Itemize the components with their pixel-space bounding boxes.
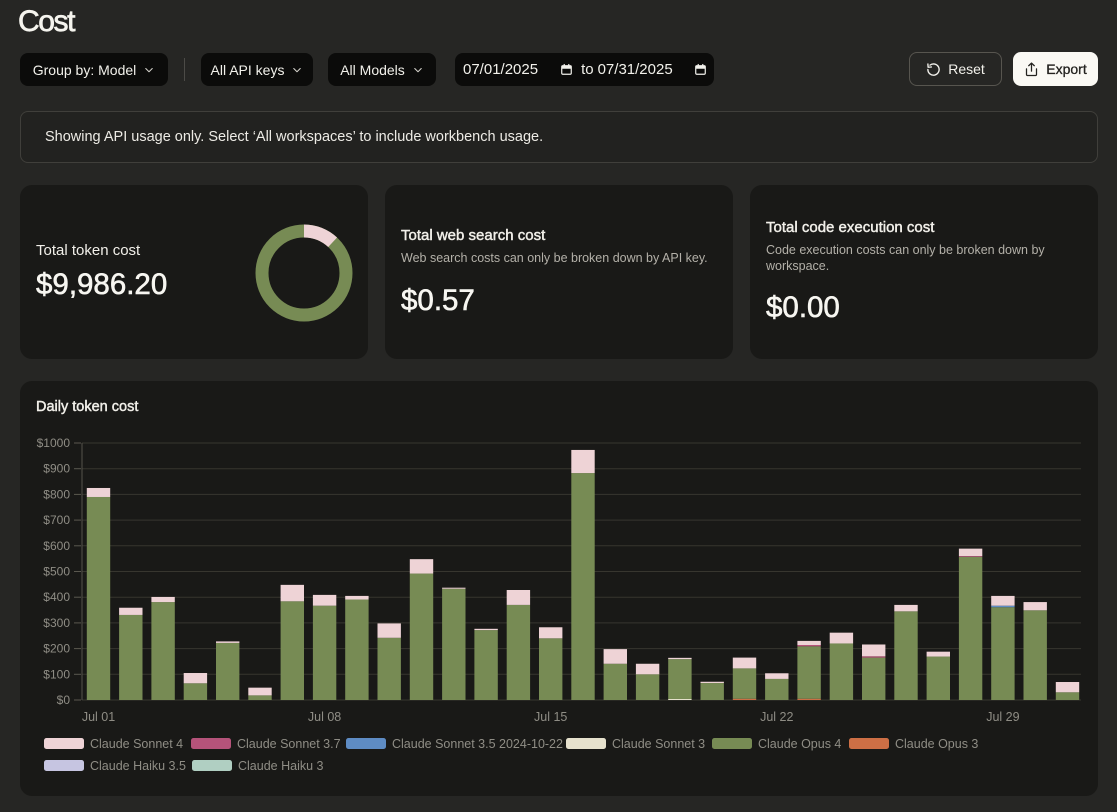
- svg-text:Jul 29: Jul 29: [986, 710, 1019, 724]
- svg-text:Jul 15: Jul 15: [534, 710, 567, 724]
- svg-text:$300: $300: [43, 616, 70, 630]
- svg-text:$1000: $1000: [37, 436, 71, 450]
- svg-text:Jul 22: Jul 22: [760, 710, 793, 724]
- svg-text:Jul 01: Jul 01: [82, 710, 115, 724]
- svg-text:$800: $800: [43, 487, 70, 501]
- svg-text:$400: $400: [43, 590, 70, 604]
- svg-text:$700: $700: [43, 513, 70, 527]
- svg-text:$100: $100: [43, 667, 70, 681]
- svg-text:$600: $600: [43, 539, 70, 553]
- svg-text:$0: $0: [57, 693, 71, 707]
- svg-text:Jul 08: Jul 08: [308, 710, 341, 724]
- svg-text:$900: $900: [43, 462, 70, 476]
- svg-text:$500: $500: [43, 565, 70, 579]
- svg-text:$200: $200: [43, 642, 70, 656]
